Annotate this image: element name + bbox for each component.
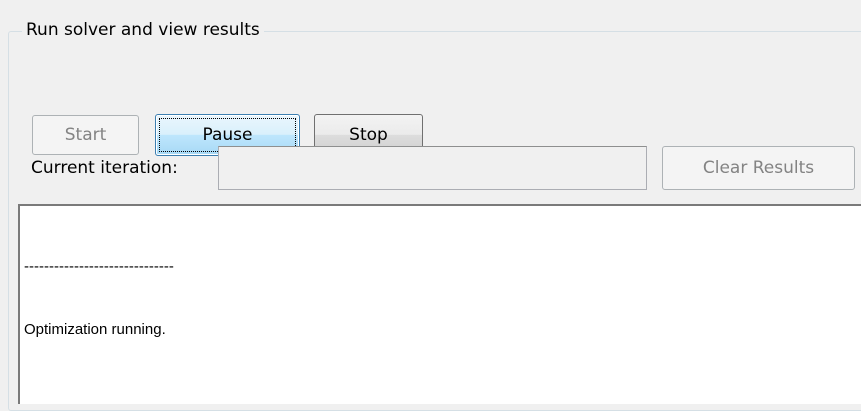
clear-results-label: Clear Results bbox=[702, 158, 815, 178]
output-line: ------------------------------ bbox=[24, 258, 174, 275]
start-button[interactable]: Start bbox=[32, 115, 139, 155]
stop-button-label: Stop bbox=[349, 125, 388, 145]
results-output-area[interactable]: ------------------------------ Optimizat… bbox=[18, 204, 861, 404]
clear-results-button[interactable]: Clear Results bbox=[662, 146, 855, 190]
start-button-label: Start bbox=[64, 125, 107, 145]
group-title: Run solver and view results bbox=[22, 19, 264, 41]
current-iteration-label: Current iteration: bbox=[31, 158, 178, 178]
current-iteration-field[interactable] bbox=[218, 146, 647, 190]
output-line: Optimization running. bbox=[24, 321, 166, 338]
pause-button-label: Pause bbox=[202, 125, 253, 145]
